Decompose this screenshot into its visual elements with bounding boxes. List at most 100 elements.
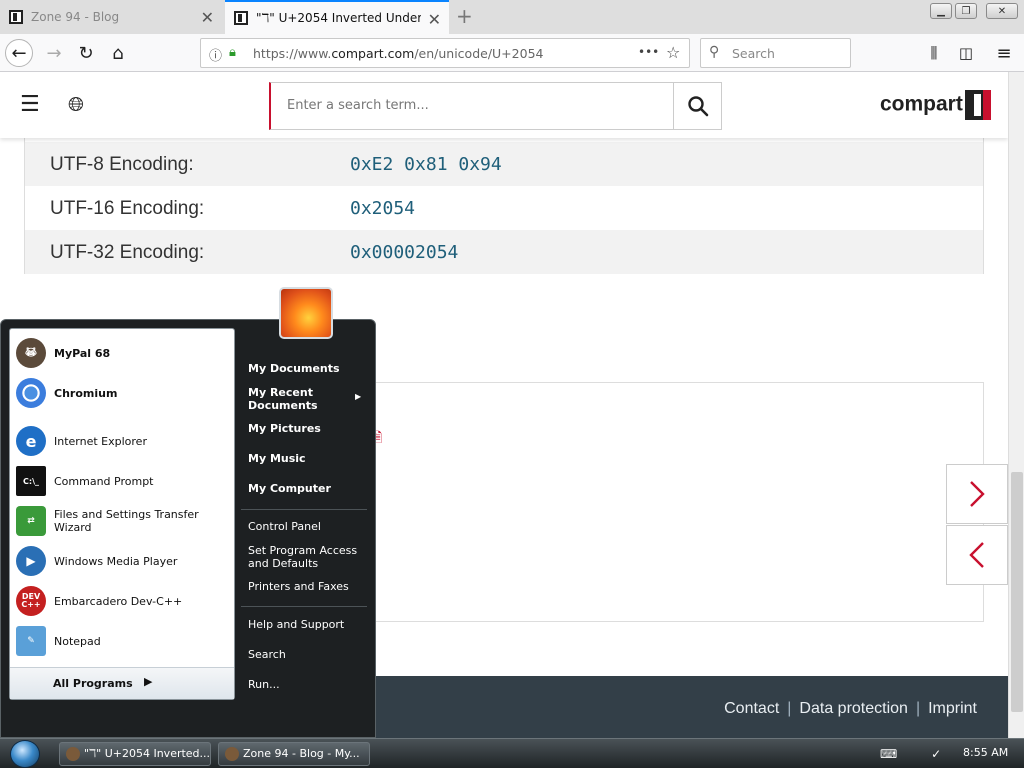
encoding-value: 0x2054	[350, 198, 416, 219]
restore-button[interactable]: ❐	[955, 3, 977, 19]
encoding-label: UTF-16 Encoding:	[50, 198, 205, 219]
menu-item-my-music[interactable]: My Music	[248, 452, 306, 465]
home-icon[interactable]: ⌂	[104, 39, 132, 67]
reload-icon[interactable]: ↻	[72, 39, 100, 67]
cmd-icon: C:\_	[16, 466, 46, 496]
user-picture-avatar[interactable]	[279, 287, 333, 339]
raccoon-icon	[66, 747, 80, 761]
tab-title: Zone 94 - Blog	[31, 10, 120, 24]
new-tab-icon[interactable]: +	[456, 4, 473, 28]
close-window-button[interactable]: ✕	[986, 3, 1018, 19]
arrow-right-icon: ▶	[144, 675, 153, 688]
magnifier-icon	[687, 96, 708, 117]
next-character-button[interactable]	[946, 464, 1008, 524]
encoding-value: 0xE2 0x81 0x94	[350, 154, 502, 175]
forward-arrow-icon[interactable]: →	[40, 39, 68, 67]
raccoon-icon	[225, 747, 239, 761]
menu-separator	[241, 606, 367, 607]
program-label: MyPal 68	[54, 346, 111, 360]
taskbar-item-unicode[interactable]: "ℸ" U+2054 Inverted...	[59, 742, 211, 766]
chromium-icon	[16, 378, 46, 408]
all-programs-button[interactable]: All Programs ▶	[10, 667, 234, 699]
transfer-icon: ⇄	[16, 506, 46, 536]
close-tab-icon[interactable]: ✕	[201, 8, 214, 27]
menu-item-my-computer[interactable]: My Computer	[248, 482, 331, 495]
bookmark-star-icon[interactable]: ☆	[666, 43, 680, 62]
site-header: ☰ 🌐︎ Enter a search term... compart	[0, 72, 1008, 138]
browser-tab-bar: Zone 94 - Blog ✕ "ℸ" U+2054 Inverted Und…	[0, 0, 1024, 34]
table-row: UTF-16 Encoding: 0x2054	[25, 186, 983, 230]
site-search-button[interactable]	[673, 83, 721, 129]
taskbar-item-label: Zone 94 - Blog - My...	[243, 747, 360, 760]
raccoon-icon: 🦝︎	[16, 338, 46, 368]
menu-item-printers-faxes[interactable]: Printers and Faxes	[248, 580, 349, 593]
logo-mark-icon	[964, 90, 991, 120]
footer-link-imprint[interactable]: Imprint	[928, 700, 977, 717]
page-scrollbar[interactable]	[1008, 72, 1024, 738]
url-text: https://www.compart.com/en/unicode/U+205…	[253, 46, 544, 61]
system-tray: ⌨ ✓	[880, 747, 941, 761]
media-player-icon: ▶	[16, 546, 46, 576]
chevron-left-icon	[969, 542, 984, 568]
menu-item-set-program-access[interactable]: Set Program Access and Defaults	[248, 544, 358, 570]
menu-icon[interactable]: ≡	[990, 39, 1018, 67]
close-tab-icon[interactable]: ✕	[428, 10, 441, 29]
hamburger-menu-icon[interactable]: ☰	[20, 92, 40, 117]
program-command-prompt[interactable]: C:\_ Command Prompt	[16, 463, 232, 499]
sidebar-icon[interactable]: ◫	[952, 39, 980, 67]
program-notepad[interactable]: ✎ Notepad	[16, 623, 232, 659]
footer-link-contact[interactable]: Contact	[724, 700, 779, 717]
minimize-button[interactable]: ▁	[930, 3, 952, 19]
page-actions-icon[interactable]: •••	[638, 45, 659, 59]
library-icon[interactable]: ⫼	[920, 39, 948, 67]
chevron-right-icon	[970, 481, 985, 507]
program-mypal[interactable]: 🦝︎ MyPal 68	[16, 335, 232, 371]
compart-logo[interactable]: compart	[880, 90, 991, 120]
back-arrow-icon[interactable]: ←	[5, 39, 33, 67]
menu-item-my-pictures[interactable]: My Pictures	[248, 422, 321, 435]
devcpp-icon: DEV C++	[16, 586, 46, 616]
start-button[interactable]	[10, 740, 40, 768]
menu-item-control-panel[interactable]: Control Panel	[248, 520, 321, 533]
encoding-table: UTF-8 Encoding: 0xE2 0x81 0x94 UTF-16 En…	[24, 132, 984, 274]
encoding-value: 0x00002054	[350, 242, 459, 263]
program-internet-explorer[interactable]: e Internet Explorer	[16, 423, 232, 459]
site-search-placeholder: Enter a search term...	[287, 98, 429, 113]
url-bar[interactable]: ⓘ 🔒︎ https://www.compart.com/en/unicode/…	[200, 38, 690, 68]
logo-text: compart	[880, 92, 963, 116]
globe-language-icon[interactable]: 🌐︎	[68, 92, 84, 116]
program-media-player[interactable]: ▶ Windows Media Player	[16, 543, 232, 579]
menu-item-my-recent-documents[interactable]: My Recent Documents	[248, 386, 328, 412]
taskbar: "ℸ" U+2054 Inverted... Zone 94 - Blog - …	[0, 738, 1024, 768]
pinned-programs-list: 🦝︎ MyPal 68 Chromium e Internet Explorer…	[9, 328, 235, 700]
footer-links: Contact | Data protection | Imprint	[724, 700, 977, 718]
search-icon: ⚲	[709, 44, 720, 60]
taskbar-item-label: "ℸ" U+2054 Inverted...	[84, 747, 211, 760]
search-placeholder: Search	[732, 46, 775, 61]
previous-character-button[interactable]	[946, 525, 1008, 585]
program-label: Notepad	[54, 634, 101, 648]
program-chromium[interactable]: Chromium	[16, 375, 232, 411]
menu-item-run[interactable]: Run...	[248, 678, 280, 691]
footer-link-data-protection[interactable]: Data protection	[799, 700, 908, 717]
clock[interactable]: 8:55 AM	[963, 746, 1008, 759]
menu-item-search[interactable]: Search	[248, 648, 286, 661]
notepad-icon: ✎	[16, 626, 46, 656]
tab-zone94-blog[interactable]: Zone 94 - Blog ✕	[0, 0, 222, 34]
info-icon[interactable]: ⓘ	[209, 45, 222, 64]
taskbar-item-zone94[interactable]: Zone 94 - Blog - My...	[218, 742, 370, 766]
encoding-label: UTF-32 Encoding:	[50, 242, 205, 263]
keyboard-icon[interactable]: ⌨	[880, 747, 897, 761]
program-transfer-wizard[interactable]: ⇄ Files and Settings Transfer Wizard	[16, 503, 232, 539]
program-dev-cpp[interactable]: DEV C++ Embarcadero Dev-C++	[16, 583, 232, 619]
browser-search-field[interactable]: ⚲ Search	[700, 38, 851, 68]
menu-item-help-support[interactable]: Help and Support	[248, 618, 344, 631]
site-search-input[interactable]: Enter a search term...	[269, 82, 722, 130]
menu-item-my-documents[interactable]: My Documents	[248, 362, 340, 375]
table-row: UTF-8 Encoding: 0xE2 0x81 0x94	[25, 142, 983, 186]
scrollbar-thumb[interactable]	[1011, 472, 1023, 712]
lock-icon: 🔒︎	[229, 45, 236, 60]
footer-separator: |	[915, 700, 921, 717]
network-icon[interactable]: ✓	[931, 747, 941, 761]
tab-unicode-u2054[interactable]: "ℸ" U+2054 Inverted Undertie ✕	[225, 0, 449, 34]
